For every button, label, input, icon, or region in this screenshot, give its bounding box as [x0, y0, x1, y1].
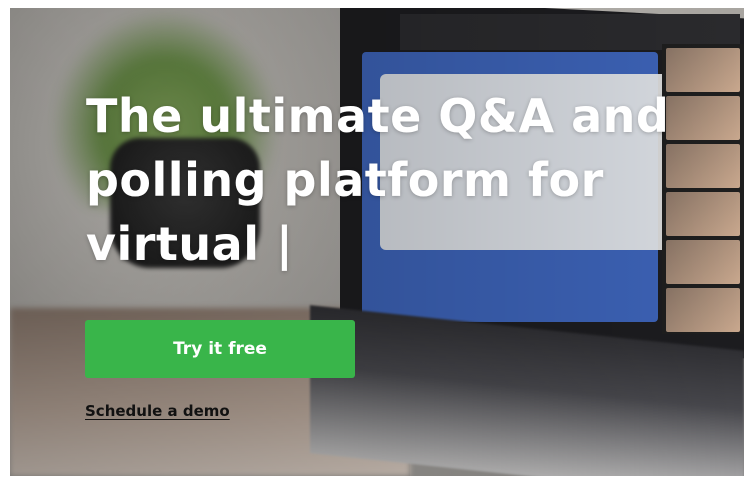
- hero-headline: The ultimate Q&A and polling platform fo…: [86, 84, 706, 276]
- headline-line: polling platform for: [86, 153, 604, 207]
- try-it-free-button[interactable]: Try it free: [85, 320, 355, 378]
- headline-line: virtual |: [86, 217, 294, 271]
- hero-section: The ultimate Q&A and polling platform fo…: [10, 8, 744, 476]
- schedule-demo-link[interactable]: Schedule a demo: [85, 402, 230, 420]
- headline-line: The ultimate Q&A and: [86, 89, 670, 143]
